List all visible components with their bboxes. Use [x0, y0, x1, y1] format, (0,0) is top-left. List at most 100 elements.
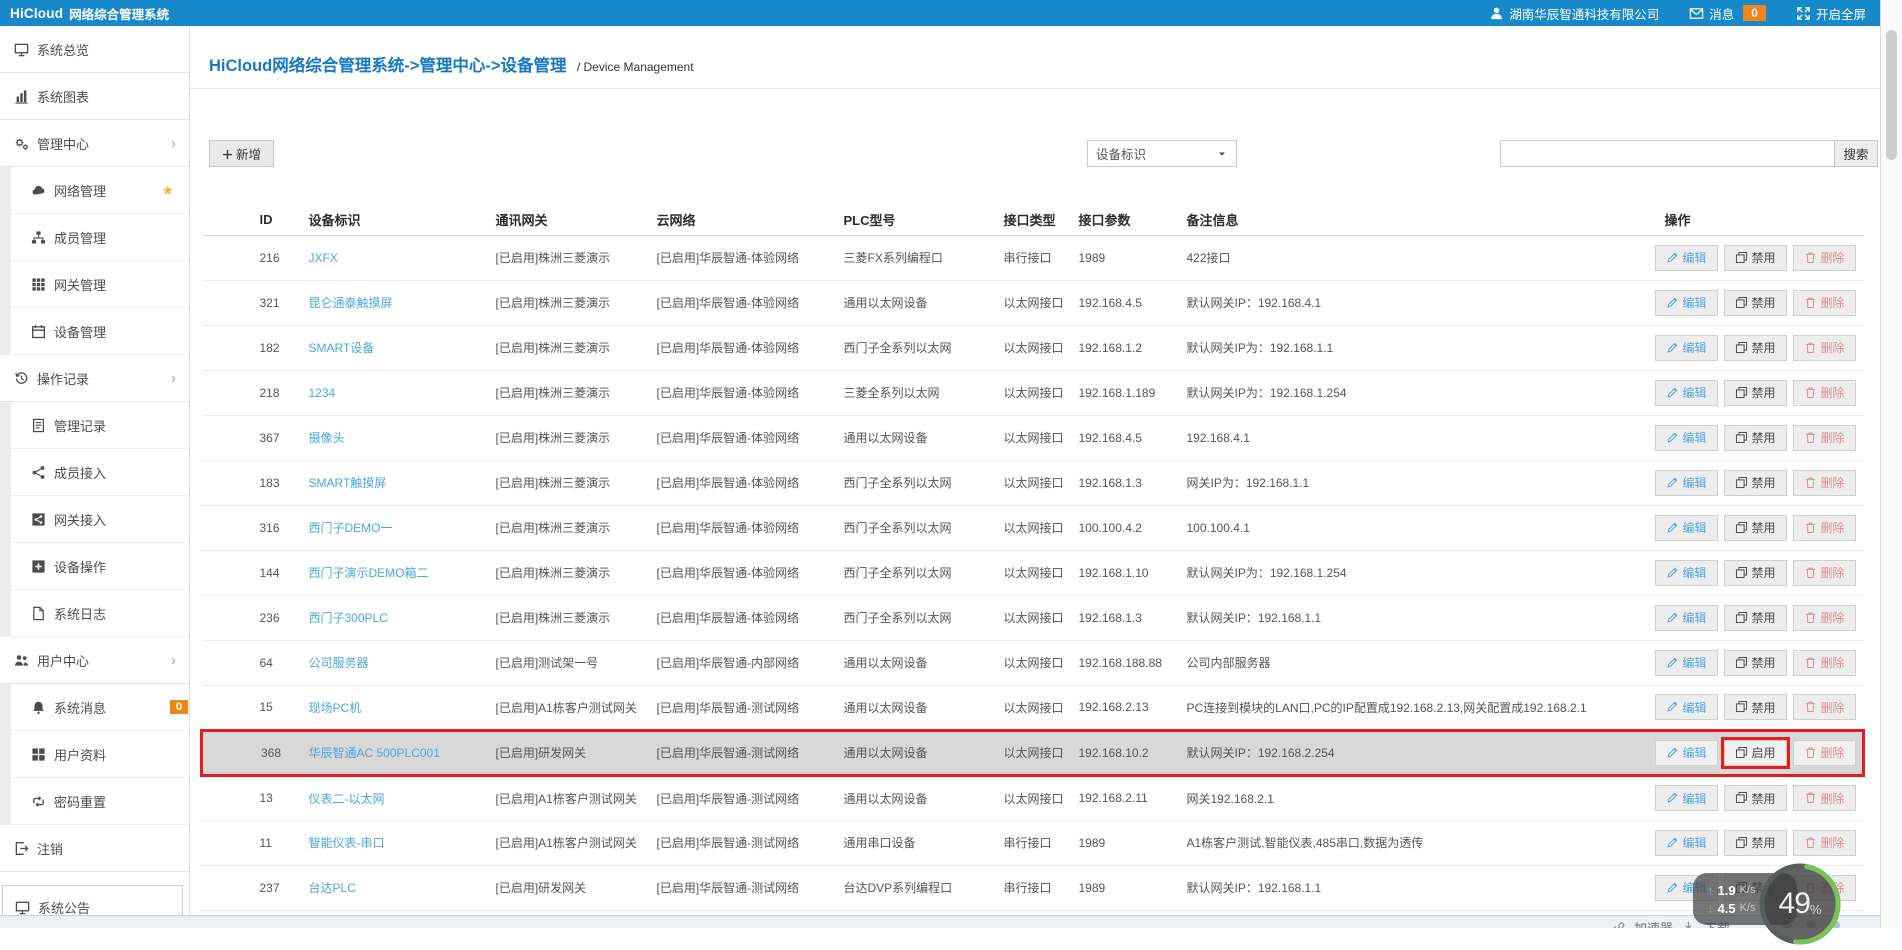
add-device-button[interactable]: 新增 — [209, 140, 274, 167]
edit-button[interactable]: 编辑 — [1655, 470, 1718, 496]
device-name-link[interactable]: 西门子演示DEMO箱二 — [309, 566, 429, 580]
device-name-link[interactable]: 西门子DEMO一 — [309, 521, 393, 535]
sidebar-item-7[interactable]: 操作记录› — [0, 355, 189, 402]
delete-button[interactable]: 删除 — [1793, 785, 1856, 811]
disable-button[interactable]: 禁用 — [1724, 380, 1787, 406]
edit-button[interactable]: 编辑 — [1655, 290, 1718, 316]
disable-button[interactable]: 禁用 — [1724, 245, 1787, 271]
delete-button[interactable]: 删除 — [1793, 830, 1856, 856]
disable-button[interactable]: 禁用 — [1724, 470, 1787, 496]
sidebar-item-13[interactable]: 用户中心› — [0, 637, 189, 684]
scrollbar-thumb[interactable] — [1886, 30, 1897, 160]
sidebar-item-0[interactable]: 系统总览 — [0, 26, 189, 73]
disable-button[interactable]: 禁用 — [1724, 560, 1787, 586]
sidebar-item-14[interactable]: 系统消息0 — [0, 684, 189, 731]
sidebar-item-17[interactable]: 注销 — [0, 825, 189, 872]
fullscreen-button[interactable]: 开启全屏 — [1796, 4, 1866, 23]
sidebar-item-5[interactable]: 网关管理 — [0, 261, 189, 308]
device-name-link[interactable]: 仪表二-以太网 — [309, 792, 385, 806]
device-name-link[interactable]: 现场PC机 — [309, 701, 362, 715]
device-name-link[interactable]: 智能仪表-串口 — [309, 836, 385, 850]
device-name-link[interactable]: 昆仑通泰触摸屏 — [309, 296, 393, 310]
sidebar-item-6[interactable]: 设备管理 — [0, 308, 189, 355]
disable-button[interactable]: 禁用 — [1724, 290, 1787, 316]
enable-button[interactable]: 启用 — [1724, 740, 1787, 766]
delete-button[interactable]: 删除 — [1793, 470, 1856, 496]
device-name-link[interactable]: 1234 — [309, 386, 336, 400]
accelerator-label[interactable]: 加速器 — [1634, 918, 1673, 928]
disable-button[interactable]: 禁用 — [1724, 694, 1787, 720]
delete-button[interactable]: 删除 — [1793, 694, 1856, 720]
sidebar-item-4[interactable]: 成员管理 — [0, 214, 189, 261]
edit-button[interactable]: 编辑 — [1655, 560, 1718, 586]
edit-button[interactable]: 编辑 — [1655, 740, 1718, 766]
disable-button[interactable]: 禁用 — [1724, 830, 1787, 856]
device-name-link[interactable]: 台达PLC — [309, 881, 356, 895]
cell-device-name: SMART设备 — [309, 325, 496, 370]
delete-button[interactable]: 删除 — [1793, 560, 1856, 586]
sidebar-item-15[interactable]: 用户资料 — [0, 731, 189, 778]
sidebar-item-2[interactable]: 管理中心› — [0, 120, 189, 167]
calendar-icon — [31, 324, 46, 339]
search-button[interactable]: 搜索 — [1835, 140, 1878, 167]
edit-button[interactable]: 编辑 — [1655, 830, 1718, 856]
delete-button[interactable]: 删除 — [1793, 380, 1856, 406]
disable-button[interactable]: 禁用 — [1724, 515, 1787, 541]
performance-gauge[interactable]: 49 % — [1757, 861, 1843, 947]
edit-button[interactable]: 编辑 — [1655, 245, 1718, 271]
disable-button[interactable]: 禁用 — [1724, 425, 1787, 451]
cell-cloud-network: [已启用]华辰智通-测试网络 — [657, 775, 844, 820]
sidebar-item-9[interactable]: 成员接入 — [0, 449, 189, 496]
device-name-link[interactable]: 摄像头 — [309, 431, 345, 445]
search-input[interactable] — [1500, 140, 1835, 167]
delete-button[interactable]: 删除 — [1793, 245, 1856, 271]
trash-icon — [1804, 341, 1817, 355]
edit-button[interactable]: 编辑 — [1655, 605, 1718, 631]
column-header: 接口参数 — [1079, 205, 1187, 235]
vertical-scrollbar[interactable] — [1880, 0, 1902, 928]
disable-button[interactable]: 禁用 — [1724, 605, 1787, 631]
device-name-link[interactable]: JXFX — [309, 251, 338, 265]
file-icon — [31, 606, 46, 621]
messages-menu[interactable]: 消息 0 — [1689, 4, 1766, 23]
edit-button[interactable]: 编辑 — [1655, 425, 1718, 451]
edit-button[interactable]: 编辑 — [1655, 785, 1718, 811]
sidebar-item-11[interactable]: 设备操作 — [0, 543, 189, 590]
device-field-select[interactable]: 设备标识 — [1087, 140, 1237, 167]
device-name-link[interactable]: 公司服务器 — [309, 656, 369, 670]
disable-button[interactable]: 禁用 — [1724, 785, 1787, 811]
edit-button[interactable]: 编辑 — [1655, 380, 1718, 406]
device-name-link[interactable]: 西门子300PLC — [309, 611, 388, 625]
delete-button[interactable]: 删除 — [1793, 515, 1856, 541]
disable-button[interactable]: 禁用 — [1724, 650, 1787, 676]
delete-button[interactable]: 删除 — [1793, 335, 1856, 361]
cell-id: 321 — [202, 280, 309, 325]
sidebar-item-3[interactable]: 网络管理★ — [0, 167, 189, 214]
device-name-link[interactable]: 华辰智通AC 500PLC001 — [309, 746, 440, 760]
device-name-link[interactable]: SMART触摸屏 — [309, 476, 387, 490]
disable-button[interactable]: 禁用 — [1724, 335, 1787, 361]
delete-button[interactable]: 删除 — [1793, 605, 1856, 631]
sidebar-item-8[interactable]: 管理记录 — [0, 402, 189, 449]
action-button-group: 编辑禁用删除 — [1649, 694, 1856, 720]
cell-id: 13 — [202, 775, 309, 820]
edit-button[interactable]: 编辑 — [1655, 335, 1718, 361]
breadcrumb-title: HiCloud网络综合管理系统->管理中心->设备管理 — [209, 57, 567, 75]
sidebar-item-12[interactable]: 系统日志 — [0, 590, 189, 637]
sidebar-item-16[interactable]: 密码重置 — [0, 778, 189, 825]
delete-button[interactable]: 删除 — [1793, 425, 1856, 451]
device-name-link[interactable]: SMART设备 — [309, 341, 375, 355]
sidebar-item-1[interactable]: 系统图表 — [0, 73, 189, 120]
delete-button[interactable]: 删除 — [1793, 290, 1856, 316]
sidebar-item-10[interactable]: 网关接入 — [0, 496, 189, 543]
company-menu[interactable]: 湖南华辰智通科技有限公司 — [1489, 4, 1659, 23]
edit-button[interactable]: 编辑 — [1655, 515, 1718, 541]
messages-badge: 0 — [1743, 5, 1766, 21]
cell-id: 182 — [202, 325, 309, 370]
edit-button[interactable]: 编辑 — [1655, 694, 1718, 720]
edit-button[interactable]: 编辑 — [1655, 650, 1718, 676]
delete-button[interactable]: 删除 — [1793, 740, 1856, 766]
breadcrumb-subtitle: / Device Management — [577, 60, 694, 74]
cell-gateway: [已启用]测试架一号 — [496, 640, 657, 685]
delete-button[interactable]: 删除 — [1793, 650, 1856, 676]
